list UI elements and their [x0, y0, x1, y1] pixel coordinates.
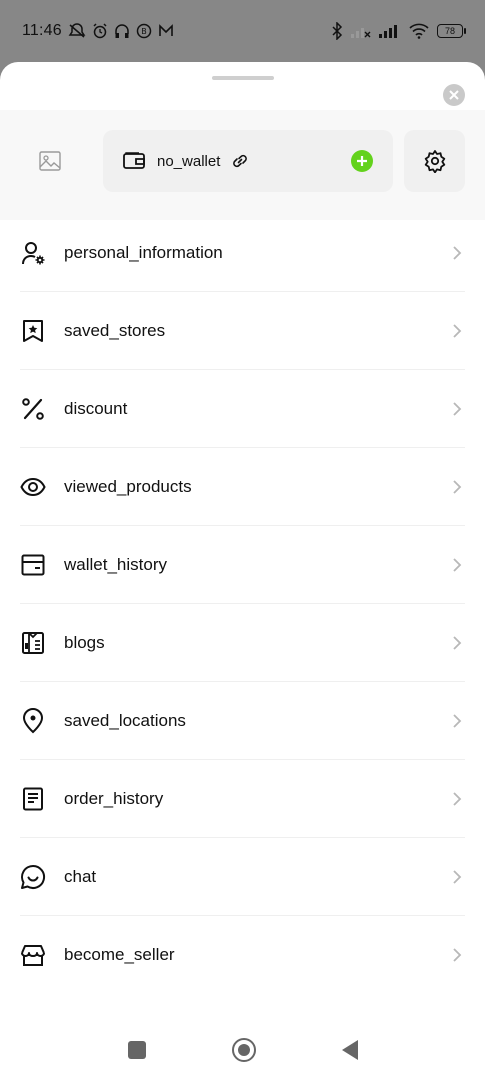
close-icon	[449, 90, 459, 100]
battery-indicator: 78	[437, 24, 466, 38]
chevron-right-icon	[453, 635, 462, 650]
chevron-right-icon	[453, 557, 462, 572]
menu-item-become-seller[interactable]: become_seller	[20, 916, 465, 994]
alarm-icon	[93, 23, 107, 39]
system-nav-bar	[0, 1020, 485, 1080]
signal-weak-icon	[351, 28, 371, 38]
menu-item-label: blogs	[64, 632, 105, 652]
menu-item-saved-locations[interactable]: saved_locations	[20, 682, 465, 760]
chevron-right-icon	[453, 791, 462, 806]
chevron-right-icon	[453, 869, 462, 884]
document-icon	[20, 786, 46, 812]
mail-icon	[159, 24, 173, 36]
headphones-icon	[115, 24, 129, 38]
close-button[interactable]	[443, 84, 465, 106]
wallet-icon	[20, 552, 46, 578]
menu-item-label: personal_information	[64, 242, 223, 262]
bluetooth-icon	[332, 22, 343, 40]
gear-icon	[424, 150, 445, 173]
eye-icon	[20, 474, 46, 500]
chevron-right-icon	[453, 479, 462, 494]
menu-item-label: order_history	[64, 788, 164, 808]
status-time: 11:46	[22, 22, 62, 39]
chevron-right-icon	[453, 948, 462, 962]
link-icon	[233, 154, 248, 168]
menu-item-wallet-history[interactable]: wallet_history	[20, 526, 465, 604]
menu-item-chat[interactable]: chat	[20, 838, 465, 916]
image-placeholder-icon	[39, 151, 61, 171]
settings-button[interactable]	[404, 130, 465, 192]
wifi-icon	[409, 23, 429, 39]
menu-item-viewed-products[interactable]: viewed_products	[20, 448, 465, 526]
avatar[interactable]	[20, 130, 80, 192]
sheet-drag-handle[interactable]	[212, 76, 274, 80]
app-notification-icon: B	[136, 23, 152, 39]
profile-menu: personal_information saved_stores discou…	[20, 214, 465, 994]
plus-icon	[357, 156, 367, 166]
menu-item-label: saved_stores	[64, 320, 166, 340]
back-button[interactable]	[341, 1040, 358, 1060]
menu-item-blogs[interactable]: blogs	[20, 604, 465, 682]
chevron-right-icon	[453, 245, 462, 260]
wallet-icon	[123, 152, 145, 169]
home-button[interactable]	[231, 1038, 256, 1062]
menu-item-personal-information[interactable]: personal_information	[20, 214, 465, 292]
add-wallet-button[interactable]	[351, 150, 373, 172]
status-bar: 11:46 B 78	[0, 0, 485, 62]
svg-text:B: B	[141, 27, 147, 36]
wallet-status: no_wallet	[157, 152, 221, 170]
menu-item-discount[interactable]: discount	[20, 370, 465, 448]
chevron-right-icon	[453, 713, 462, 728]
menu-item-label: become_seller	[64, 945, 175, 964]
menu-item-label: chat	[64, 866, 97, 886]
mute-icon	[68, 23, 86, 38]
blog-icon	[20, 630, 46, 656]
bookmark-star-icon	[20, 318, 46, 344]
menu-item-order-history[interactable]: order_history	[20, 760, 465, 838]
chevron-right-icon	[453, 401, 462, 416]
menu-item-saved-stores[interactable]: saved_stores	[20, 292, 465, 370]
user-settings-icon	[20, 240, 46, 266]
signal-icon	[379, 25, 397, 38]
menu-item-label: discount	[64, 398, 128, 418]
store-icon	[20, 942, 46, 968]
menu-item-label: wallet_history	[64, 554, 167, 574]
chevron-right-icon	[453, 323, 462, 338]
percent-icon	[20, 396, 46, 422]
menu-item-label: saved_locations	[64, 710, 186, 730]
menu-item-label: viewed_products	[64, 476, 192, 496]
recents-button[interactable]	[127, 1041, 146, 1059]
location-pin-icon	[20, 707, 46, 734]
wallet-card[interactable]: no_wallet	[103, 130, 393, 192]
chat-icon	[20, 864, 46, 890]
